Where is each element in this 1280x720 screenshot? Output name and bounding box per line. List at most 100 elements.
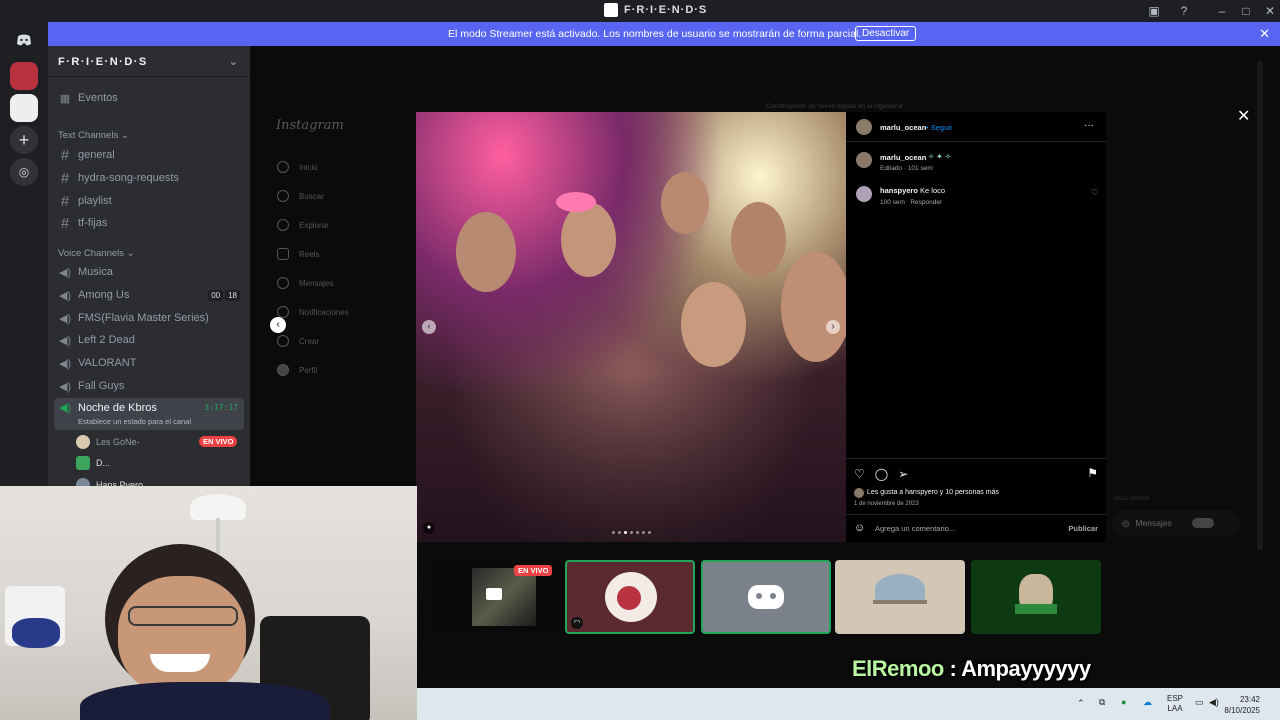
member-name: Les GoNe- (96, 437, 140, 447)
like-comment-icon[interactable]: ♡ (1091, 188, 1098, 197)
close-banner-icon[interactable]: ✕ (1259, 26, 1270, 42)
divider (846, 458, 1106, 459)
voice-channel-noche-de-kbros[interactable]: ◀) Noche de Kbros 3:17:17 Establece un e… (54, 398, 244, 430)
post-comment-panel: marlu_ocean • Seguir ··· marlu_ocean ✧ ✦… (846, 112, 1106, 542)
tray-cloud-icon[interactable]: ☁ (1143, 697, 1152, 708)
home-icon (277, 161, 289, 173)
photo-prev-arrow-icon[interactable]: ‹ (422, 320, 436, 334)
webcam-feed (0, 486, 417, 720)
voice-channels-category[interactable]: Voice Channels ⌄ (58, 248, 135, 259)
voice-channel-fms[interactable]: ◀) FMS(Flavia Master Series) (58, 309, 209, 327)
add-server-icon[interactable]: + (10, 126, 38, 154)
close-post-icon[interactable]: ✕ (1237, 106, 1250, 126)
events-item[interactable]: ▦ Eventos (58, 89, 118, 107)
save-bookmark-icon[interactable]: ⚑ (1087, 466, 1098, 480)
stream-tile-user-2[interactable] (701, 560, 831, 634)
like-icon[interactable]: ♡ (854, 467, 865, 481)
ig-nav-explore[interactable]: Explorar (277, 219, 329, 231)
caption-author[interactable]: marlu_ocean (880, 153, 926, 162)
voice-channel-among-us[interactable]: ◀) Among Us (58, 286, 129, 304)
hash-icon: # (60, 192, 70, 210)
speaker-icon: ◀) (58, 334, 72, 347)
explore-icon[interactable]: ◎ (10, 158, 38, 186)
stream-tile-screen[interactable]: EN VIVO (428, 560, 558, 634)
maximize-button[interactable]: □ (1238, 3, 1254, 19)
inbox-icon[interactable]: ▣ (1146, 3, 1162, 19)
comment-icon[interactable]: ◯ (875, 467, 888, 481)
close-window-button[interactable]: ✕ (1262, 3, 1278, 19)
stream-tile-user-1[interactable]: ◠ (565, 560, 695, 634)
avatar (76, 435, 90, 449)
more-options-icon[interactable]: ··· (1084, 120, 1094, 131)
ig-nav-label: Notificaciones (299, 307, 349, 317)
minimize-button[interactable]: – (1214, 3, 1230, 19)
channel-tf-fijas[interactable]: # tf-fijas (58, 214, 108, 232)
messages-pill[interactable]: ◎ Mensajes (1112, 510, 1240, 536)
screen-preview (472, 568, 536, 626)
voice-category-label: Voice Channels (58, 248, 125, 259)
avatar-stack (1191, 518, 1214, 528)
help-icon[interactable]: ? (1176, 3, 1192, 19)
discord-home-icon[interactable] (10, 26, 38, 54)
chevron-down-icon[interactable]: ⌄ (229, 55, 238, 68)
avatar[interactable] (856, 119, 872, 135)
avatar[interactable] (856, 186, 872, 202)
ig-nav-label: Buscar (299, 191, 324, 201)
voice-channel-left-2-dead[interactable]: ◀) Left 2 Dead (58, 331, 135, 349)
tray-green-icon[interactable]: ● (1121, 697, 1126, 707)
prev-post-arrow-icon[interactable]: ‹ (270, 317, 286, 333)
ig-nav-profile[interactable]: Perfil (277, 364, 317, 376)
follow-link[interactable]: • Seguir (926, 123, 952, 132)
server-avatar-icon[interactable] (10, 94, 38, 122)
channel-general[interactable]: # general (58, 146, 115, 164)
emoji-icon[interactable]: ☺ (854, 522, 865, 534)
reply-link[interactable]: Responder (910, 199, 942, 206)
photo-next-arrow-icon[interactable]: › (826, 320, 840, 334)
channel-hydra-song-requests[interactable]: # hydra-song-requests (58, 169, 179, 187)
ig-nav-notifications[interactable]: Notificaciones (277, 306, 349, 318)
post-author[interactable]: marlu_ocean (880, 123, 926, 132)
ig-nav-reels[interactable]: Reels (277, 248, 319, 260)
likes-summary[interactable]: Les gusta a hanspyero y 10 personas más (867, 489, 999, 496)
ig-nav-search[interactable]: Buscar (277, 190, 324, 202)
stream-tile-user-4[interactable] (971, 560, 1101, 634)
network-icon[interactable]: ▭ (1195, 697, 1204, 708)
clock[interactable]: 23:42 8/10/2025 (1224, 694, 1260, 716)
member-les-gone[interactable]: Les GoNe- (76, 433, 140, 451)
channel-playlist[interactable]: # playlist (58, 192, 112, 210)
tag-user-icon[interactable]: ● (423, 522, 435, 534)
voice-channel-valorant[interactable]: ◀) VALORANT (58, 354, 137, 372)
divider (846, 514, 1106, 515)
caption-meta: Editado · 101 sem (880, 165, 933, 172)
member-d[interactable]: D... (76, 454, 110, 472)
disable-streamer-button[interactable]: Desactivar (855, 26, 917, 41)
photo-person (561, 202, 616, 277)
text-channels-category[interactable]: Text Channels ⌄ (58, 130, 129, 141)
channel-label: Musica (78, 266, 113, 278)
add-comment-input[interactable]: Agrega un comentario... (875, 524, 955, 533)
divider (48, 76, 250, 77)
voice-channel-musica[interactable]: ◀) Musica (58, 263, 113, 281)
share-icon[interactable]: ➢ (898, 467, 908, 481)
clock-date: 8/10/2025 (1224, 706, 1260, 715)
ig-nav-create[interactable]: Crear (277, 335, 319, 347)
profile-avatar-icon (277, 364, 289, 376)
scrollbar[interactable] (1257, 60, 1263, 550)
voice-channel-fall-guys[interactable]: ◀) Fall Guys (58, 377, 125, 395)
publish-button[interactable]: Publicar (1068, 524, 1098, 533)
avatar[interactable] (856, 152, 872, 168)
volume-icon[interactable]: ◀) (1209, 697, 1219, 708)
stream-tile-user-3[interactable] (835, 560, 965, 634)
set-channel-status[interactable]: Establece un estado para el canal (78, 417, 191, 426)
server-name[interactable]: F·R·I·E·N·D·S (58, 56, 148, 68)
photo-person (456, 212, 516, 292)
instagram-logo[interactable]: Instagram (276, 118, 344, 133)
tray-chevron-icon[interactable]: ⌃ (1077, 698, 1085, 709)
tray-app-icon[interactable]: ⧉ (1099, 697, 1105, 708)
ig-nav-messages[interactable]: Mensajes (277, 277, 333, 289)
server-friends-icon[interactable] (10, 62, 38, 90)
comment-author[interactable]: hanspyero (880, 186, 918, 195)
ig-nav-home[interactable]: Inicio (277, 161, 318, 173)
smile (150, 654, 210, 672)
language-indicator[interactable]: ESP LAA (1167, 694, 1183, 714)
